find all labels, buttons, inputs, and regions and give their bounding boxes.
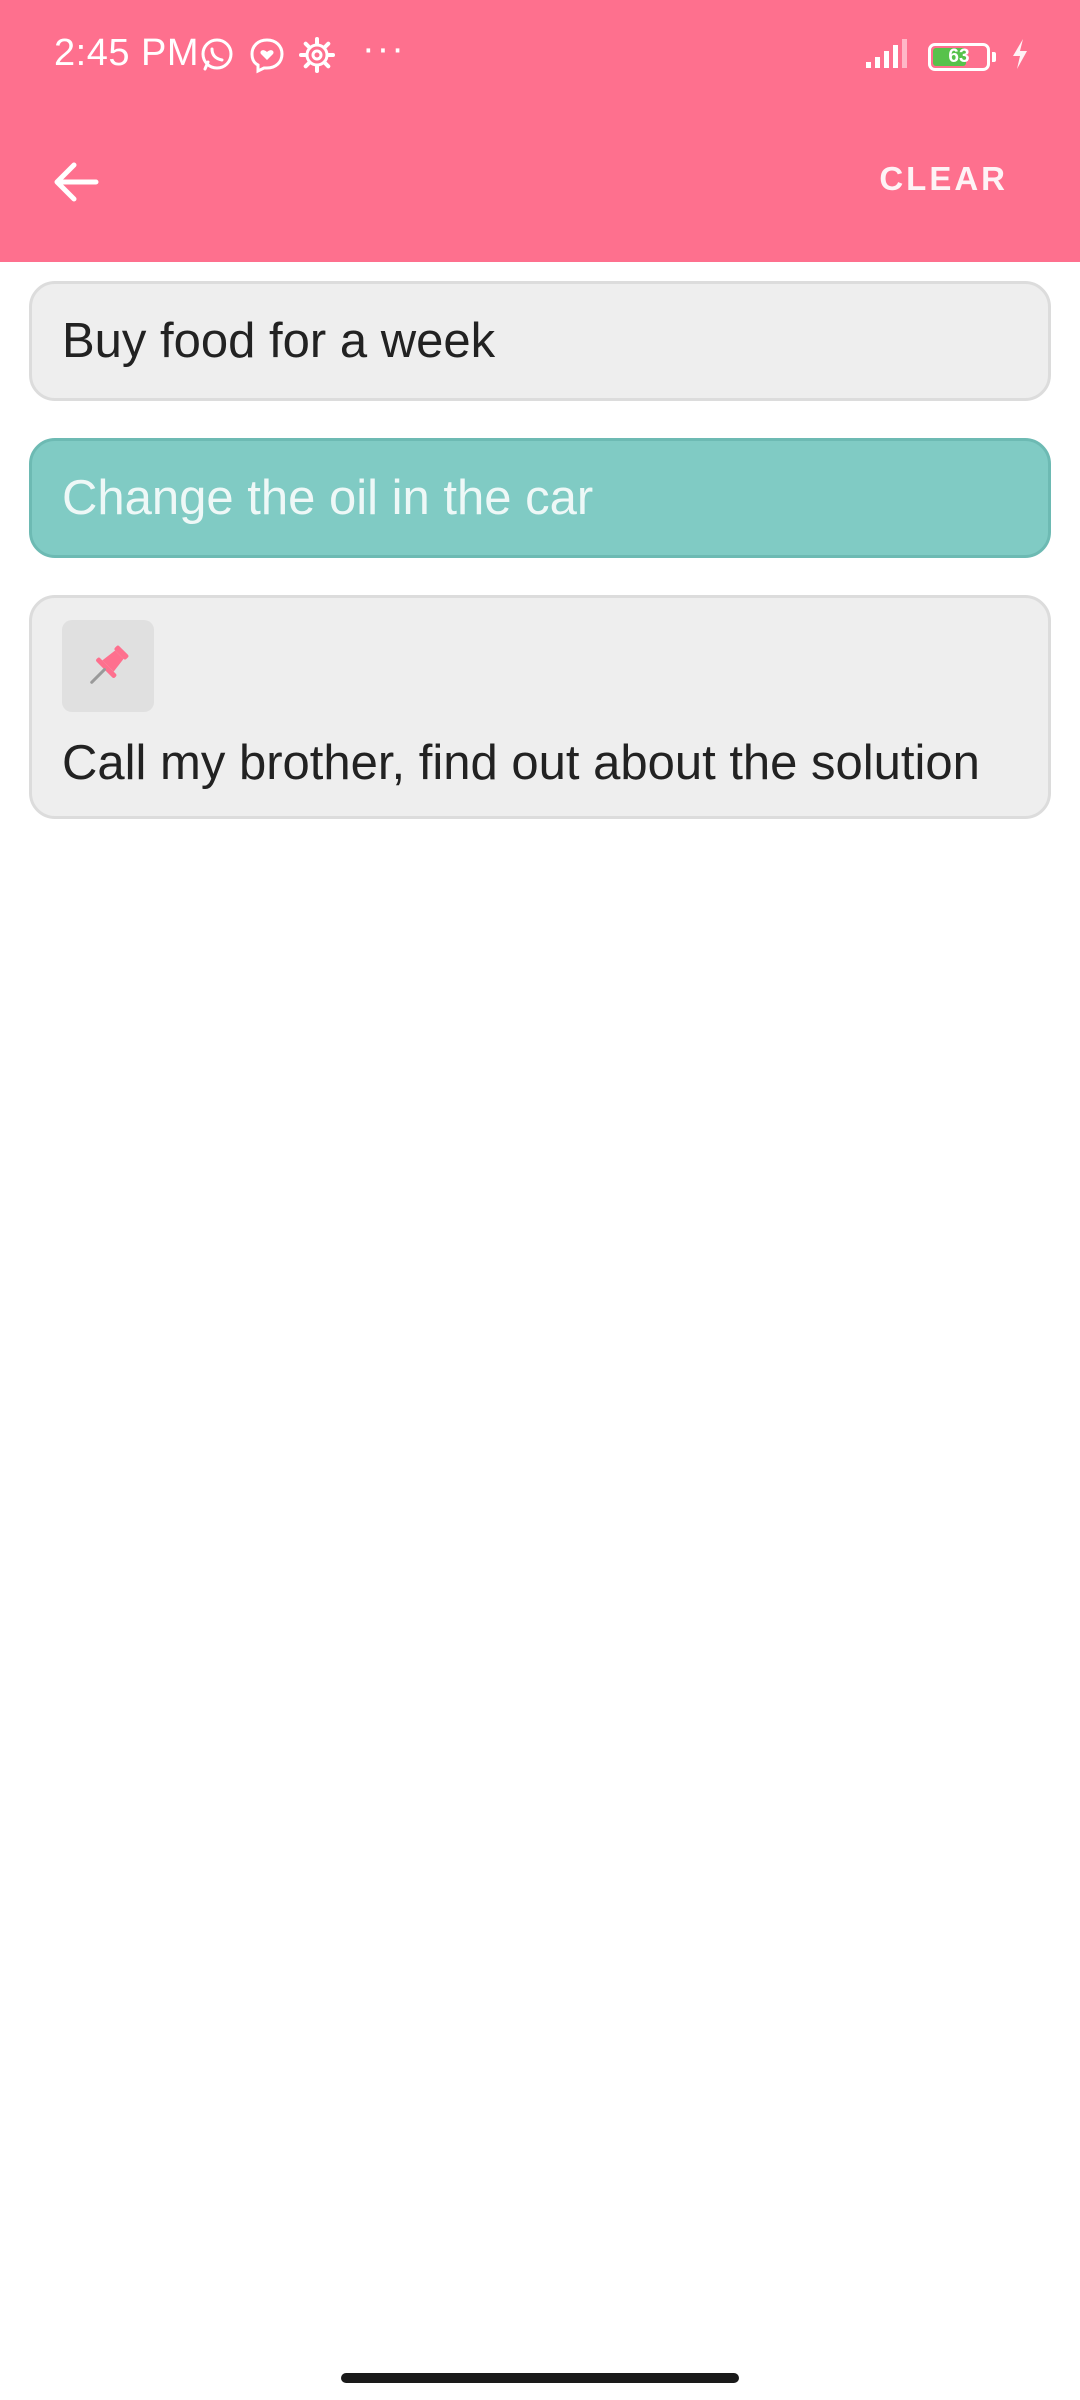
- messenger-icon: [248, 36, 286, 74]
- notification-icons: [198, 36, 336, 74]
- task-text: Buy food for a week: [62, 314, 496, 368]
- task-item-done[interactable]: Change the oil in the car: [29, 438, 1051, 558]
- task-text: Call my brother, find out about the solu…: [62, 736, 980, 790]
- home-indicator[interactable]: [341, 2373, 739, 2383]
- task-item[interactable]: Buy food for a week: [29, 281, 1051, 401]
- task-item-pinned[interactable]: Call my brother, find out about the solu…: [29, 595, 1051, 819]
- charging-icon: [1010, 38, 1030, 75]
- app-toolbar: CLEAR: [0, 114, 1080, 262]
- status-time: 2:45 PM: [54, 32, 200, 74]
- arrow-left-icon: [52, 158, 100, 211]
- settings-icon: [298, 36, 336, 74]
- status-bar: 2:45 PM ··· 63: [0, 0, 1080, 114]
- whatsapp-icon: [198, 36, 236, 74]
- system-indicators: 63: [864, 38, 1030, 75]
- task-text: Change the oil in the car: [62, 471, 594, 525]
- signal-icon: [864, 38, 914, 75]
- pin-icon[interactable]: [62, 620, 154, 712]
- battery-level: 63: [948, 45, 970, 67]
- task-list: Buy food for a week Change the oil in th…: [29, 281, 1051, 856]
- back-button[interactable]: [36, 144, 116, 224]
- more-notifications-icon: ···: [362, 28, 406, 70]
- clear-button[interactable]: CLEAR: [879, 160, 1008, 198]
- battery-icon: 63: [928, 42, 996, 71]
